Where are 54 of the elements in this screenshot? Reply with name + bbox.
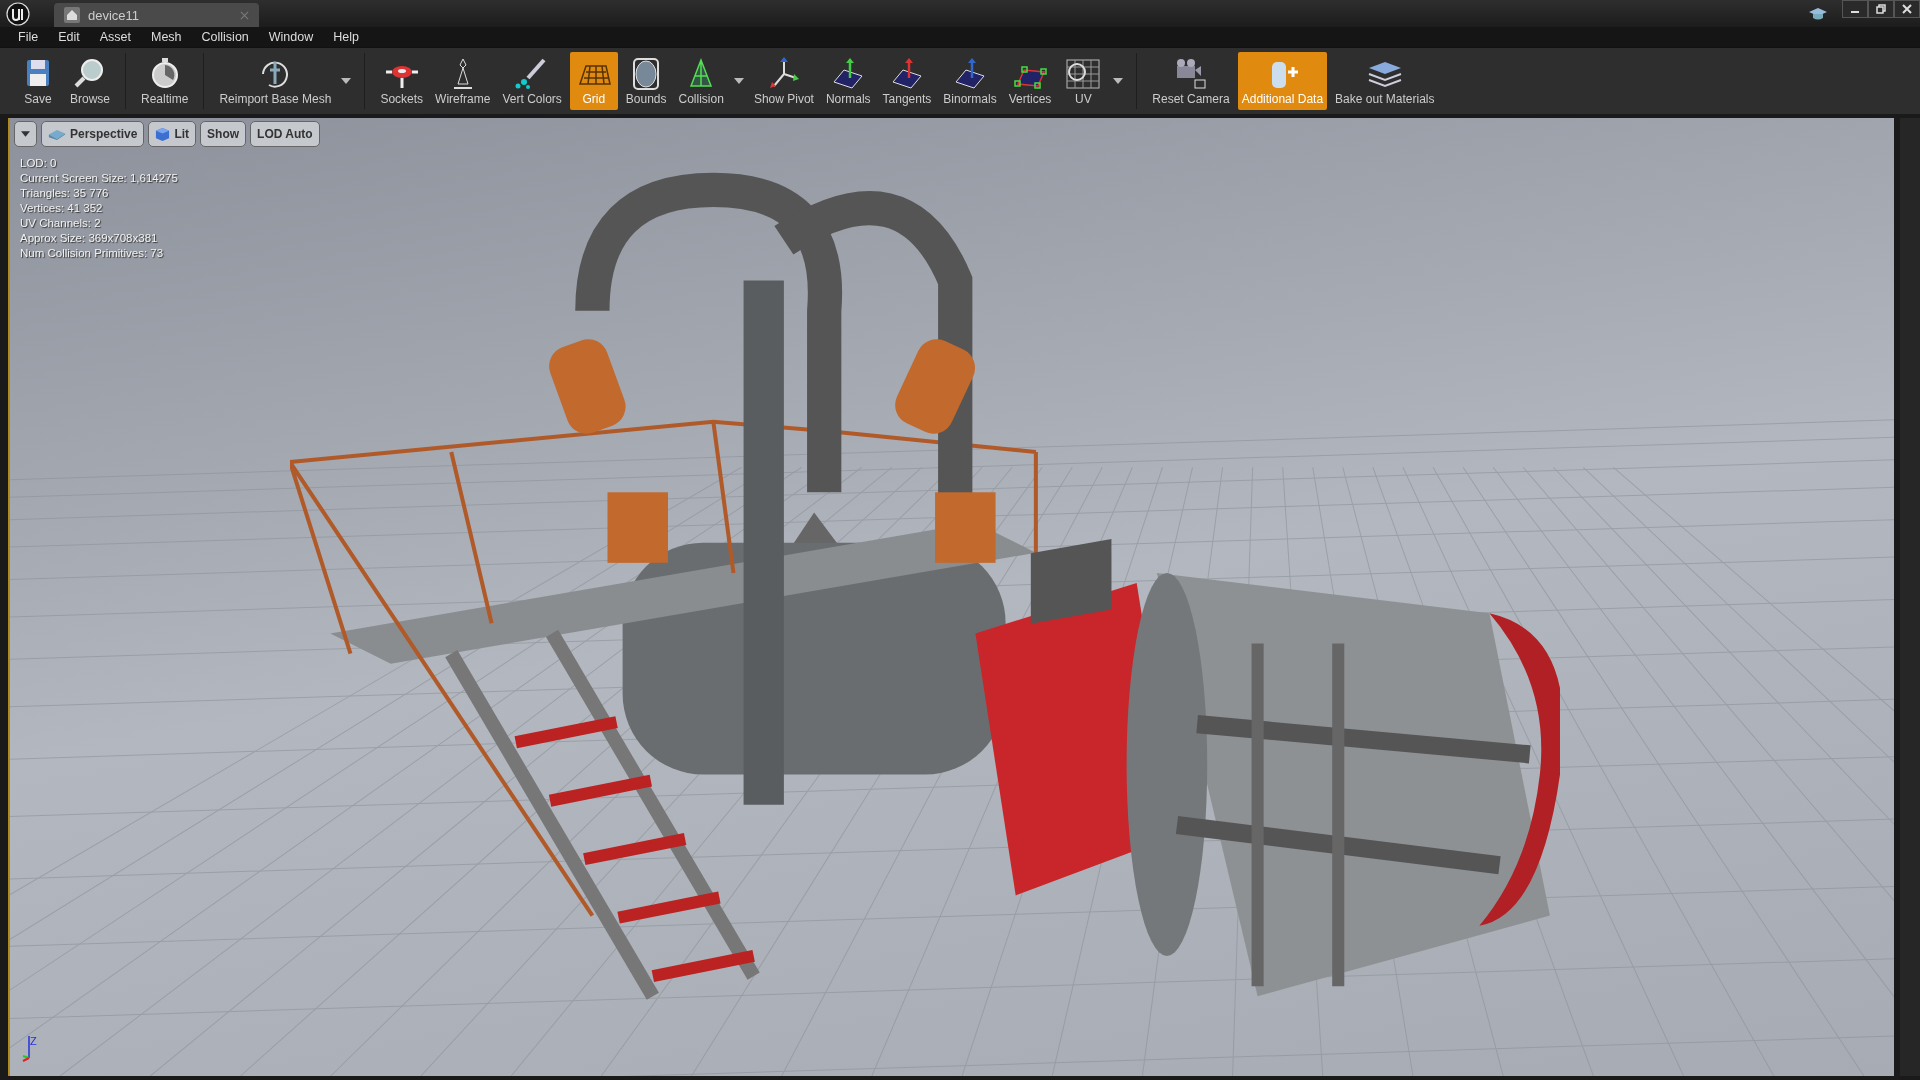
caret-icon[interactable] [733, 78, 744, 84]
toolbar-button[interactable]: Reimport Base Mesh [215, 52, 336, 110]
toolbar-button[interactable]: Reset Camera [1148, 52, 1234, 110]
minimize-button[interactable] [1842, 0, 1868, 18]
restore-icon [1875, 3, 1887, 15]
toolbar-button[interactable]: Bake out Materials [1331, 52, 1439, 110]
caret-icon[interactable] [341, 78, 352, 84]
toolbar-button[interactable]: UV [1059, 52, 1108, 110]
axis-gizmo-icon [22, 1035, 30, 1062]
close-icon [1901, 3, 1913, 15]
minimize-icon [1851, 11, 1859, 13]
close-button[interactable] [1894, 0, 1920, 18]
graduation-cap-icon[interactable] [1808, 5, 1828, 22]
menu-item[interactable]: Help [323, 30, 369, 44]
toolbar-button[interactable]: Wireframe [431, 52, 495, 110]
viewport[interactable]: Perspective Lit Show LOD Auto LOD: 0 Current Screen Size: 1,614275 Triangles: 35 776 Vertices: 41 352 UV Channels: 2 Approx Size: 369x708x381 Num Collision Primitives: 73 Z [8, 118, 1894, 1076]
toolbar-button[interactable]: Tangents [878, 52, 936, 110]
document-tab[interactable]: device11 [54, 3, 259, 27]
toolbar-button[interactable]: Binormals [939, 52, 1001, 110]
toolbar-button[interactable]: Vertices [1004, 52, 1056, 110]
viewport-button[interactable]: LOD Auto [250, 121, 320, 147]
menu-item[interactable]: Mesh [140, 30, 192, 44]
toolbar-button[interactable]: Bounds [621, 52, 671, 110]
toolbar-button[interactable]: Normals [821, 52, 875, 110]
menu-item[interactable]: Window [258, 30, 324, 44]
stat-line: Triangles: 35 776 [20, 186, 110, 201]
toolbar-button[interactable]: Show Pivot [749, 52, 818, 110]
toolbar-button[interactable]: Save [14, 52, 62, 110]
toolbar-button[interactable]: Browse [66, 52, 114, 110]
viewport-options-button[interactable] [14, 121, 37, 147]
toolbar-button[interactable]: Vert Colors [498, 52, 566, 110]
toolbar-button[interactable]: Realtime [137, 52, 193, 110]
stat-line: Vertices: 41 352 [20, 201, 104, 216]
stat-line: Current Screen Size: 1,614275 [20, 171, 178, 186]
viewport-button[interactable]: Perspective [41, 121, 145, 147]
toolbar-button[interactable]: Collision [674, 52, 728, 110]
stat-line: LOD: 0 [20, 156, 58, 171]
cube-icon [155, 126, 171, 142]
menu-item[interactable]: Collision [191, 30, 259, 44]
toolbar-button[interactable]: Sockets [376, 52, 428, 110]
menu-item[interactable]: File [8, 30, 49, 44]
restore-button[interactable] [1868, 0, 1894, 18]
stat-line: Num Collision Primitives: 73 [20, 246, 165, 261]
stat-line: UV Channels: 2 [20, 216, 102, 231]
home-icon [64, 7, 80, 23]
caret-icon[interactable] [1113, 78, 1124, 84]
viewport-button[interactable]: Show [200, 121, 247, 147]
axis-label: Z [30, 1035, 37, 1047]
menu-item[interactable]: Asset [89, 30, 141, 44]
viewport-button[interactable]: Lit [148, 121, 197, 147]
caret-icon [21, 131, 30, 137]
cube-icon [48, 127, 66, 141]
menu-item[interactable]: Edit [48, 30, 90, 44]
stat-line: Approx Size: 369x708x381 [20, 231, 159, 246]
